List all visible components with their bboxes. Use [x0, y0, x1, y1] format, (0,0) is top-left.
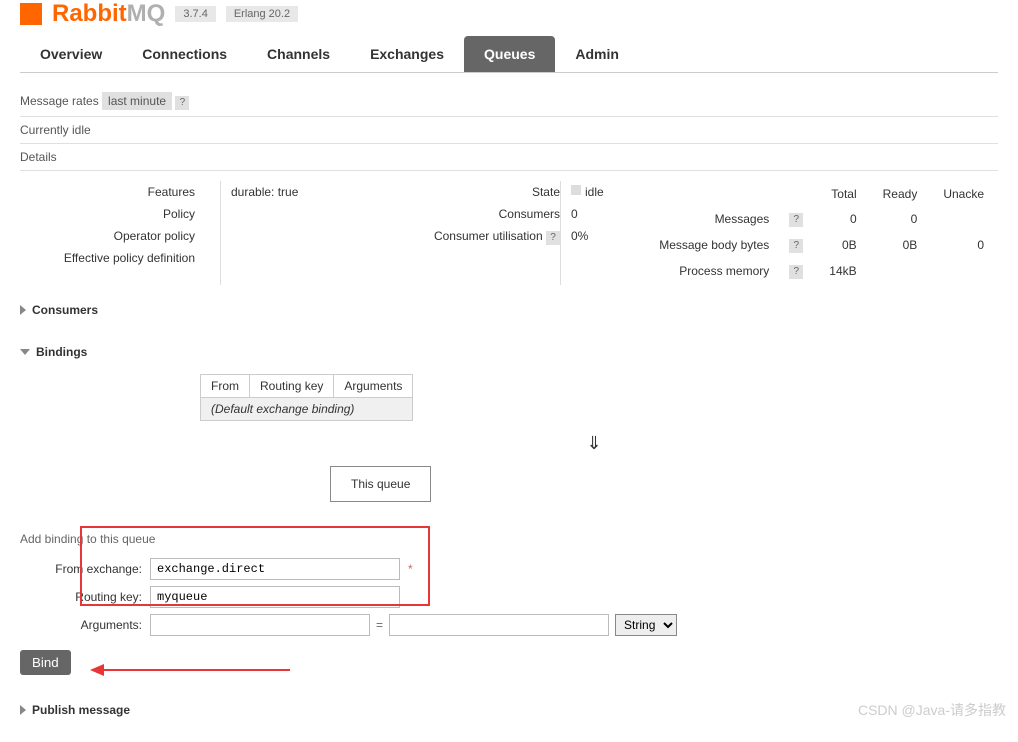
rate-period[interactable]: last minute — [102, 92, 172, 110]
default-binding-row: (Default exchange binding) — [201, 398, 413, 421]
state-indicator-icon — [571, 185, 581, 195]
utilisation-label: Consumer utilisation ? — [420, 229, 560, 245]
help-icon[interactable]: ? — [546, 231, 560, 245]
main-tabs: Overview Connections Channels Exchanges … — [20, 36, 998, 73]
tab-exchanges[interactable]: Exchanges — [350, 36, 464, 72]
logo-icon — [20, 3, 42, 25]
features-label: Features — [20, 185, 210, 199]
bindings-table: From Routing key Arguments (Default exch… — [200, 374, 413, 421]
consumers-label: Consumers — [420, 207, 560, 221]
stats-table: Total Ready Unacke Messages ? 0 0 Messag… — [645, 181, 998, 285]
equals-sign: = — [370, 618, 389, 632]
flow-arrow-icon: ⇓ — [190, 433, 998, 454]
policy-label: Policy — [20, 207, 210, 221]
help-icon[interactable]: ? — [789, 265, 803, 279]
brand-name: RabbitMQ — [52, 0, 165, 28]
help-icon[interactable]: ? — [175, 96, 189, 110]
operator-policy-label: Operator policy — [20, 229, 210, 243]
from-exchange-input[interactable] — [150, 558, 400, 580]
required-indicator: * — [408, 562, 413, 576]
effective-policy-label: Effective policy definition — [20, 251, 210, 265]
tab-overview[interactable]: Overview — [20, 36, 122, 72]
argument-type-select[interactable]: String — [615, 614, 677, 636]
help-icon[interactable]: ? — [789, 239, 803, 253]
message-rates-row: Message rates last minute ? — [20, 88, 998, 117]
arguments-label: Arguments: — [20, 618, 150, 632]
consumers-section-toggle[interactable]: Consumers — [20, 303, 998, 317]
chevron-right-icon — [20, 705, 26, 715]
chevron-down-icon — [20, 349, 30, 355]
features-value: durable: true — [231, 185, 420, 199]
from-exchange-label: From exchange: — [20, 562, 150, 576]
bind-button[interactable]: Bind — [20, 650, 71, 675]
erlang-badge: Erlang 20.2 — [226, 6, 298, 22]
argument-value-input[interactable] — [389, 614, 609, 636]
details-label: Details — [20, 144, 998, 171]
version-badge: 3.7.4 — [175, 6, 215, 22]
tab-connections[interactable]: Connections — [122, 36, 247, 72]
bindings-section-toggle[interactable]: Bindings — [20, 345, 998, 359]
routing-key-label: Routing key: — [20, 590, 150, 604]
idle-status: Currently idle — [20, 117, 998, 144]
utilisation-value: 0% — [571, 225, 640, 247]
add-binding-title: Add binding to this queue — [20, 532, 998, 546]
tab-admin[interactable]: Admin — [555, 36, 639, 72]
chevron-right-icon — [20, 305, 26, 315]
watermark: CSDN @Java-请多指教 — [858, 700, 1006, 720]
annotation-arrow-icon — [90, 660, 290, 680]
this-queue-box: This queue — [330, 466, 431, 502]
argument-key-input[interactable] — [150, 614, 370, 636]
state-value: idle — [585, 185, 604, 199]
routing-key-input[interactable] — [150, 586, 400, 608]
publish-section-toggle[interactable]: Publish message — [20, 703, 998, 717]
consumers-value: 0 — [571, 203, 640, 225]
tab-channels[interactable]: Channels — [247, 36, 350, 72]
state-label: State — [420, 185, 560, 199]
tab-queues[interactable]: Queues — [464, 36, 555, 72]
help-icon[interactable]: ? — [789, 213, 803, 227]
